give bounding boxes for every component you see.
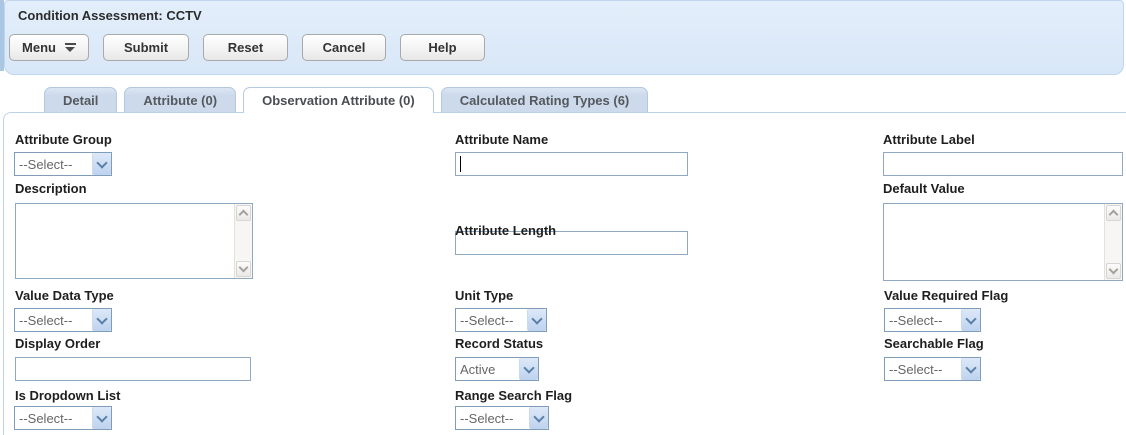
chevron-up-icon[interactable] [236, 205, 251, 221]
attribute-name-label: Attribute Name [455, 132, 548, 147]
menu-dropdown-icon [65, 43, 76, 52]
record-status-select[interactable]: Active [455, 357, 539, 381]
tab-calculated-rating-types[interactable]: Calculated Rating Types (6) [441, 87, 649, 112]
value-required-flag-label: Value Required Flag [884, 288, 1008, 303]
chevron-down-icon[interactable] [961, 358, 980, 380]
is-dropdown-list-label: Is Dropdown List [15, 388, 120, 403]
value-data-type-select[interactable]: --Select-- [14, 308, 112, 332]
unit-type-select[interactable]: --Select-- [455, 308, 547, 332]
scrollbar[interactable] [234, 204, 252, 278]
default-value-label: Default Value [883, 181, 965, 196]
chevron-down-icon[interactable] [236, 261, 251, 277]
attribute-label-label: Attribute Label [883, 132, 975, 147]
range-search-flag-label: Range Search Flag [455, 388, 572, 403]
range-search-flag-select[interactable]: --Select-- [455, 406, 549, 430]
unit-type-label: Unit Type [455, 288, 513, 303]
help-button[interactable]: Help [400, 34, 485, 61]
description-label: Description [15, 181, 87, 196]
chevron-down-icon[interactable] [92, 407, 111, 429]
chevron-up-icon[interactable] [1106, 205, 1121, 221]
tab-bar: Detail Attribute (0) Observation Attribu… [44, 87, 648, 112]
chevron-down-icon[interactable] [961, 309, 980, 331]
attribute-length-label: Attribute Length [455, 223, 556, 238]
value-data-type-select-value: --Select-- [19, 313, 72, 328]
record-status-select-value: Active [460, 362, 495, 377]
range-search-flag-select-value: --Select-- [460, 411, 513, 426]
attribute-group-select-value: --Select-- [19, 157, 72, 172]
searchable-flag-label: Searchable Flag [884, 336, 984, 351]
default-value-textarea[interactable] [884, 204, 1105, 280]
submit-button[interactable]: Submit [103, 34, 189, 61]
tab-observation-attribute[interactable]: Observation Attribute (0) [243, 87, 434, 113]
record-status-label: Record Status [455, 336, 543, 351]
text-cursor [460, 156, 461, 172]
chevron-down-icon[interactable] [1106, 263, 1121, 279]
header-panel: Condition Assessment: CCTV Menu Submit R… [4, 0, 1124, 75]
value-data-type-label: Value Data Type [15, 288, 114, 303]
reset-button[interactable]: Reset [203, 34, 288, 61]
description-textarea-wrapper [15, 203, 253, 279]
searchable-flag-select-value: --Select-- [889, 362, 942, 377]
attribute-name-input[interactable] [455, 152, 688, 176]
tab-attribute[interactable]: Attribute (0) [124, 87, 236, 112]
chevron-down-icon[interactable] [527, 309, 546, 331]
chevron-down-icon[interactable] [92, 309, 111, 331]
tab-detail[interactable]: Detail [44, 87, 117, 112]
description-textarea[interactable] [16, 204, 235, 278]
is-dropdown-list-select-value: --Select-- [19, 411, 72, 426]
display-order-label: Display Order [15, 336, 100, 351]
menu-button-label: Menu [22, 40, 56, 55]
attribute-label-input[interactable] [883, 152, 1123, 176]
searchable-flag-select[interactable]: --Select-- [884, 357, 981, 381]
condition-assessment-page: Condition Assessment: CCTV Menu Submit R… [0, 0, 1126, 435]
is-dropdown-list-select[interactable]: --Select-- [14, 406, 112, 430]
display-order-input[interactable] [15, 357, 251, 381]
chevron-down-icon[interactable] [529, 407, 548, 429]
default-value-textarea-wrapper [883, 203, 1123, 281]
attribute-group-select[interactable]: --Select-- [14, 152, 112, 176]
menu-button[interactable]: Menu [9, 34, 89, 61]
chevron-down-icon[interactable] [519, 358, 538, 380]
value-required-flag-select-value: --Select-- [889, 313, 942, 328]
scrollbar[interactable] [1104, 204, 1122, 280]
chevron-down-icon[interactable] [92, 153, 111, 175]
toolbar: Menu Submit Reset Cancel Help [9, 34, 485, 61]
value-required-flag-select[interactable]: --Select-- [884, 308, 981, 332]
page-title: Condition Assessment: CCTV [18, 8, 202, 23]
cancel-button[interactable]: Cancel [302, 34, 386, 61]
attribute-group-label: Attribute Group [15, 132, 112, 147]
unit-type-select-value: --Select-- [460, 313, 513, 328]
